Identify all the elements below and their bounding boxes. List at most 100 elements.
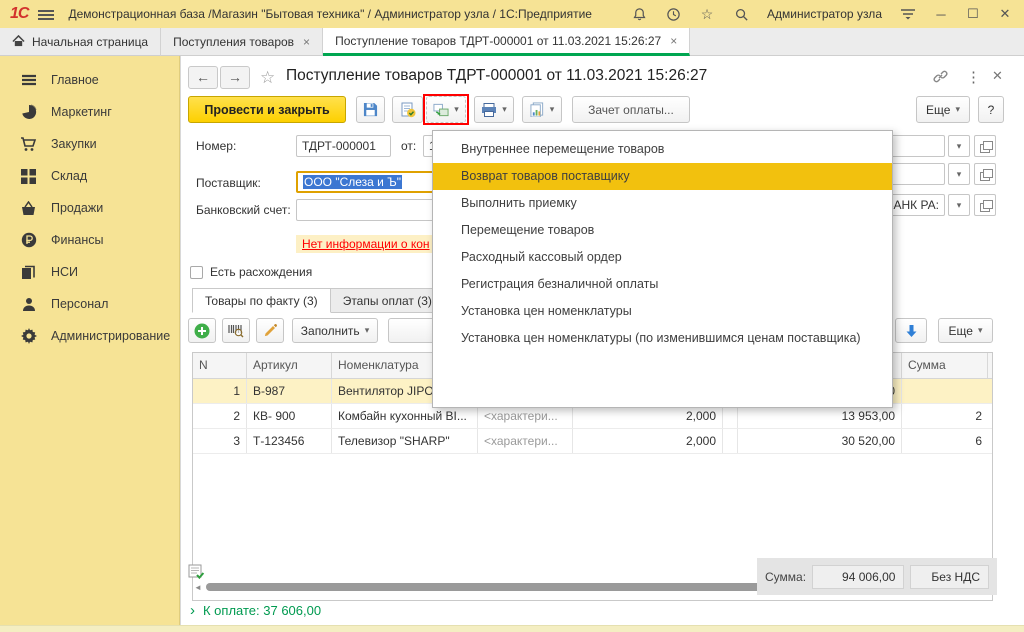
sidebar-item-main[interactable]: Главное bbox=[0, 64, 179, 96]
maximize-button[interactable]: ☐ bbox=[966, 6, 980, 22]
barcode-search-button[interactable] bbox=[222, 318, 250, 343]
forward-button[interactable]: → bbox=[220, 66, 250, 89]
sidebar-item-nsi[interactable]: НСИ bbox=[0, 256, 179, 288]
dropdown-caret-icon: ▾ bbox=[365, 325, 370, 336]
open-value-icon[interactable] bbox=[974, 163, 996, 185]
combo-arrow-icon[interactable]: ▾ bbox=[948, 135, 970, 157]
pencil-icon bbox=[263, 323, 278, 338]
cell-nomenclature[interactable]: Телевизор "SHARP" bbox=[332, 429, 478, 453]
vat-mode-value[interactable]: Без НДС bbox=[910, 565, 989, 589]
no-counterparty-info-link[interactable]: Нет информации о кон bbox=[302, 237, 430, 251]
sidebar-item-finance[interactable]: Финансы bbox=[0, 224, 179, 256]
close-window-button[interactable]: ✕ bbox=[998, 6, 1012, 22]
sidebar-item-warehouse[interactable]: Склад bbox=[0, 160, 179, 192]
menu-item-goods-transfer[interactable]: Перемещение товаров bbox=[433, 217, 892, 244]
search-icon[interactable] bbox=[733, 6, 749, 22]
more-dots-icon[interactable]: ⋮ bbox=[966, 68, 981, 86]
cell-sku[interactable]: В-987 bbox=[247, 379, 332, 403]
tab-close-icon[interactable]: × bbox=[670, 34, 677, 48]
print-button[interactable]: ▾ bbox=[474, 96, 514, 123]
title-bar: 1С Демонстрационная база /Магазин "Бытов… bbox=[0, 0, 1024, 28]
favorites-star-icon[interactable]: ☆ bbox=[699, 6, 715, 22]
minimize-button[interactable]: ─ bbox=[934, 7, 948, 22]
add-plus-icon bbox=[194, 323, 210, 339]
cell-sum[interactable]: 2 bbox=[902, 404, 988, 428]
cell-quantity[interactable]: 2,000 bbox=[573, 429, 723, 453]
ruble-circle-icon bbox=[20, 232, 37, 249]
add-row-button[interactable] bbox=[188, 318, 216, 343]
menu-item-return-to-supplier[interactable]: Возврат товаров поставщику bbox=[433, 163, 892, 190]
sidebar-item-purchases[interactable]: Закупки bbox=[0, 128, 179, 160]
cell-n[interactable]: 3 bbox=[193, 429, 247, 453]
col-sku[interactable]: Артикул bbox=[247, 353, 332, 378]
tab-close-icon[interactable]: × bbox=[303, 35, 310, 49]
menu-item-cash-outflow-order[interactable]: Расходный кассовый ордер bbox=[433, 244, 892, 271]
sidebar-item-sales[interactable]: Продажи bbox=[0, 192, 179, 224]
menu-item-set-prices-by-changed-supplier-prices[interactable]: Установка цен номенклатуры (по изменивши… bbox=[433, 325, 892, 352]
post-and-close-button[interactable]: Провести и закрыть bbox=[188, 96, 346, 123]
fill-button[interactable]: Заполнить▾ bbox=[292, 318, 378, 343]
service-menu-icon[interactable] bbox=[900, 6, 916, 22]
tab-goods-receipts-list[interactable]: Поступления товаров × bbox=[161, 28, 323, 56]
close-form-icon[interactable]: ✕ bbox=[992, 68, 1003, 84]
tab-goods-by-fact[interactable]: Товары по факту (3) bbox=[192, 288, 331, 313]
cell-characteristic[interactable]: <характери... bbox=[478, 429, 573, 453]
main-menu-icon[interactable] bbox=[38, 8, 54, 20]
open-value-icon[interactable] bbox=[974, 194, 996, 216]
combo-arrow-icon[interactable]: ▾ bbox=[948, 194, 970, 216]
selected-text: ООО "Слеза и Ъ" bbox=[303, 175, 402, 189]
cell-n[interactable]: 2 bbox=[193, 404, 247, 428]
barcode-icon bbox=[228, 323, 244, 338]
discrepancy-checkbox[interactable] bbox=[190, 266, 203, 279]
counterparty-warning: Нет информации о кон bbox=[296, 235, 436, 253]
open-value-icon[interactable] bbox=[974, 135, 996, 157]
number-label: Номер: bbox=[196, 139, 236, 153]
scroll-left-icon[interactable]: ◄ bbox=[194, 583, 202, 592]
sidebar-item-administration[interactable]: Администрирование bbox=[0, 320, 179, 352]
cell-sku[interactable]: Т-123456 bbox=[247, 429, 332, 453]
cell-price[interactable]: 30 520,00 bbox=[738, 429, 902, 453]
cell-sum[interactable] bbox=[902, 379, 988, 403]
cell-sum[interactable]: 6 bbox=[902, 429, 988, 453]
supplier-label: Поставщик: bbox=[196, 176, 261, 190]
help-button[interactable]: ? bbox=[978, 96, 1004, 123]
scrollbar-thumb[interactable] bbox=[206, 583, 763, 591]
move-row-down-button[interactable] bbox=[895, 318, 927, 343]
combo-arrow-icon[interactable]: ▾ bbox=[948, 163, 970, 185]
post-doc-icon bbox=[400, 102, 416, 118]
menu-item-perform-acceptance[interactable]: Выполнить приемку bbox=[433, 190, 892, 217]
settle-payment-button[interactable]: Зачет оплаты... bbox=[572, 96, 690, 123]
sum-total-value: 94 006,00 bbox=[812, 565, 904, 589]
cell-n[interactable]: 1 bbox=[193, 379, 247, 403]
cell-sku[interactable]: КВ- 900 bbox=[247, 404, 332, 428]
number-field[interactable]: ТДРТ-000001 bbox=[296, 135, 391, 157]
save-button[interactable] bbox=[356, 96, 385, 123]
edit-row-button[interactable] bbox=[256, 318, 284, 343]
payable-link[interactable]: › К оплате: 37 606,00 bbox=[190, 602, 321, 619]
blue-down-arrow-icon bbox=[905, 324, 918, 338]
notifications-bell-icon[interactable] bbox=[631, 6, 647, 22]
current-user[interactable]: Администратор узла bbox=[767, 7, 882, 21]
col-sum[interactable]: Сумма bbox=[902, 353, 988, 378]
history-icon[interactable] bbox=[665, 6, 681, 22]
copy-link-icon[interactable] bbox=[932, 68, 949, 88]
table-row[interactable]: 3 Т-123456 Телевизор "SHARP" <характери.… bbox=[193, 429, 992, 454]
create-based-on-button[interactable]: ▾ bbox=[426, 96, 466, 123]
tab-goods-receipt-document[interactable]: Поступление товаров ТДРТ-000001 от 11.03… bbox=[323, 28, 690, 56]
sidebar-item-personnel[interactable]: Персонал bbox=[0, 288, 179, 320]
tab-payment-stages[interactable]: Этапы оплат (3) bbox=[331, 288, 445, 313]
more-button[interactable]: Еще▾ bbox=[916, 96, 970, 123]
reports-button[interactable]: ▾ bbox=[522, 96, 562, 123]
totals-panel: Сумма: 94 006,00 Без НДС bbox=[757, 558, 997, 595]
menu-item-cashless-payment-registration[interactable]: Регистрация безналичной оплаты bbox=[433, 271, 892, 298]
post-document-button[interactable] bbox=[392, 96, 423, 123]
col-n[interactable]: N bbox=[193, 353, 247, 378]
menu-item-set-prices[interactable]: Установка цен номенклатуры bbox=[433, 298, 892, 325]
tab-home[interactable]: Начальная страница bbox=[0, 28, 161, 56]
back-button[interactable]: ← bbox=[188, 66, 218, 89]
menu-item-internal-transfer[interactable]: Внутреннее перемещение товаров bbox=[433, 136, 892, 163]
grid-more-button[interactable]: Еще▾ bbox=[938, 318, 993, 343]
sidebar-item-marketing[interactable]: Маркетинг bbox=[0, 96, 179, 128]
favorite-star-icon[interactable]: ☆ bbox=[260, 68, 275, 88]
tab-bar: Начальная страница Поступления товаров ×… bbox=[0, 28, 1024, 56]
